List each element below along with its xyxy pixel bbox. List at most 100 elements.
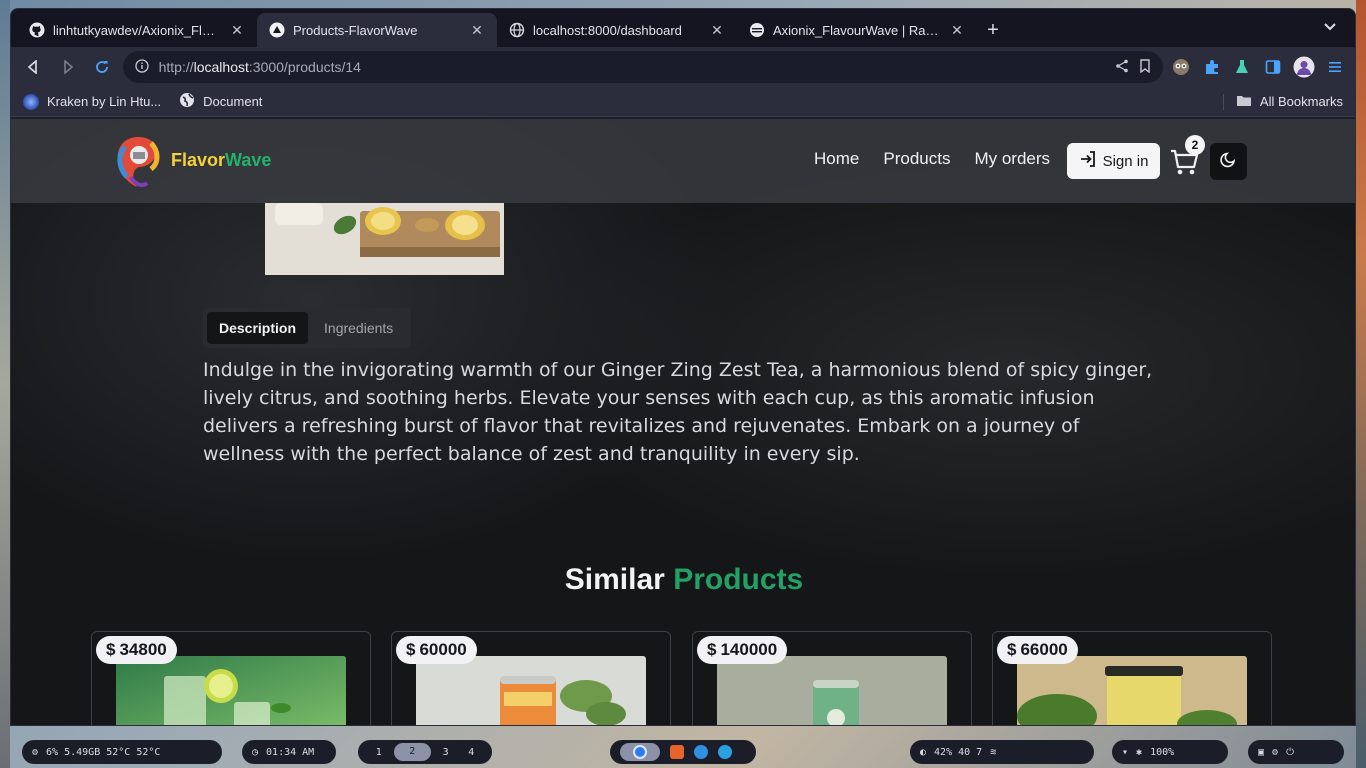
close-tab-icon[interactable]: ✕ <box>709 22 725 39</box>
session-controls[interactable]: ▣ ⚙ ⏻ <box>1248 740 1344 764</box>
brand-part1: Flavor <box>171 150 226 170</box>
tab-description[interactable]: Description <box>207 312 309 344</box>
forward-button[interactable] <box>54 52 83 82</box>
price-value: 60000 <box>419 640 467 659</box>
app-dock <box>610 740 756 764</box>
brave-app-icon[interactable] <box>670 745 684 759</box>
sign-in-button[interactable]: Sign in <box>1067 143 1160 179</box>
url-path: :3000/products/14 <box>248 59 361 75</box>
main-nav: Home Products My orders <box>814 149 1050 169</box>
similar-product-card[interactable]: $60000 <box>391 631 671 725</box>
nav-products[interactable]: Products <box>883 149 950 169</box>
tab-title: localhost:8000/dashboard <box>533 22 682 38</box>
bookmark-kraken[interactable]: Kraken by Lin Htu... <box>23 93 161 110</box>
nav-home[interactable]: Home <box>814 149 859 169</box>
status-indicators[interactable]: ◐ 42% 40 7 ≋ <box>910 740 1094 764</box>
triangle-icon <box>269 22 285 38</box>
telegram-app-icon[interactable] <box>718 745 732 759</box>
product-image <box>265 203 504 275</box>
tab-search-chevron-icon[interactable] <box>1323 19 1337 35</box>
side-panel-icon[interactable] <box>1261 54 1286 80</box>
brightness-icon: ◐ <box>920 746 927 758</box>
share-icon[interactable] <box>1115 59 1129 76</box>
similar-product-card[interactable]: $34800 <box>91 631 371 725</box>
kraken-icon <box>23 93 39 110</box>
globe-icon <box>179 92 195 111</box>
system-stats: ⚙ 6% 5.49GB 52°C 52°C <box>22 740 222 764</box>
bookmark-icon[interactable] <box>1139 58 1151 76</box>
theme-toggle-button[interactable] <box>1210 143 1247 180</box>
extension-owl-icon[interactable] <box>1169 54 1194 80</box>
browser-window: linhtutkyawdev/Axionix_Flavo ✕ Products-… <box>10 8 1356 726</box>
all-bookmarks-button[interactable]: All Bookmarks <box>1222 93 1343 110</box>
clock-text: 01:34 AM <box>266 746 315 758</box>
nav-my-orders[interactable]: My orders <box>974 149 1050 169</box>
system-stats-text: 6% 5.49GB 52°C 52°C <box>46 746 161 758</box>
similar-heading-part1: Similar <box>564 563 665 596</box>
flavorwave-logo[interactable] <box>113 133 163 189</box>
close-tab-icon[interactable]: ✕ <box>229 22 245 39</box>
currency-symbol: $ <box>1007 640 1017 659</box>
browser-tab-railway[interactable]: Axionix_FlavourWave | Railwa ✕ <box>737 13 977 47</box>
sign-in-label: Sign in <box>1102 152 1149 170</box>
railway-icon <box>749 22 765 38</box>
chrome-app-icon[interactable] <box>620 743 660 761</box>
address-bar[interactable]: http://localhost:3000/products/14 <box>122 51 1163 83</box>
globe-icon <box>509 22 525 38</box>
bluetooth-icon: ✱ <box>1136 746 1143 758</box>
product-thumbnail <box>1017 656 1247 725</box>
browser-tab-github[interactable]: linhtutkyawdev/Axionix_Flavo ✕ <box>17 13 257 47</box>
product-thumbnail <box>416 656 646 725</box>
price-value: 140000 <box>720 640 778 659</box>
settings-icon: ⚙ <box>1272 746 1279 758</box>
back-button[interactable] <box>19 52 48 82</box>
vscode-app-icon[interactable] <box>694 745 708 759</box>
menu-icon[interactable] <box>1322 54 1347 80</box>
power-icon: ⏻ <box>1286 746 1294 758</box>
clock-widget[interactable]: ◷ 01:34 AM <box>242 740 336 764</box>
github-icon <box>29 22 45 38</box>
similar-product-card[interactable]: $66000 <box>992 631 1272 725</box>
reload-button[interactable] <box>88 52 117 82</box>
moon-icon <box>1219 150 1238 173</box>
similar-products-heading: Similar Products <box>11 563 1355 597</box>
labs-flask-icon[interactable] <box>1230 54 1255 80</box>
price-value: 66000 <box>1020 640 1068 659</box>
currency-symbol: $ <box>106 640 116 659</box>
network-icon: ▾ <box>1122 746 1129 758</box>
extensions-puzzle-icon[interactable] <box>1199 54 1224 80</box>
url-scheme: http:// <box>158 59 194 75</box>
cart-count-badge: 2 <box>1185 135 1205 155</box>
close-tab-icon[interactable]: ✕ <box>469 22 485 39</box>
tab-ingredients[interactable]: Ingredients <box>312 312 405 344</box>
brand-part2: Wave <box>225 150 272 170</box>
site-info-icon[interactable] <box>134 58 149 76</box>
tab-title: linhtutkyawdev/Axionix_Flavo <box>53 22 221 38</box>
browser-tab-products[interactable]: Products-FlavorWave ✕ <box>257 13 497 47</box>
price-badge: $140000 <box>697 636 788 664</box>
status-text: 42% 40 7 <box>934 746 983 758</box>
workspace-2[interactable]: 2 <box>393 743 431 761</box>
product-info-tabs: Description Ingredients <box>203 308 411 348</box>
product-thumbnail <box>116 656 346 725</box>
brand-name[interactable]: FlavorWave <box>171 150 271 171</box>
product-description: Indulge in the invigorating warmth of ou… <box>203 359 1153 465</box>
workspace-4[interactable]: 4 <box>460 747 482 758</box>
currency-symbol: $ <box>406 640 416 659</box>
battery-widget[interactable]: ▾ ✱ 100% <box>1112 740 1228 764</box>
desktop-wallpaper-left <box>0 0 10 768</box>
workspace-1[interactable]: 1 <box>368 747 390 758</box>
desktop-taskbar: ⚙ 6% 5.49GB 52°C 52°C ◷ 01:34 AM 1 2 3 4… <box>0 734 1366 768</box>
close-tab-icon[interactable]: ✕ <box>949 22 965 39</box>
profile-avatar[interactable] <box>1292 54 1317 80</box>
browser-tab-dashboard[interactable]: localhost:8000/dashboard ✕ <box>497 13 737 47</box>
similar-product-card[interactable]: $140000 <box>692 631 972 725</box>
desktop-wallpaper-right <box>1356 0 1366 768</box>
bookmark-document[interactable]: Document <box>179 92 262 111</box>
workspace-3[interactable]: 3 <box>435 747 457 758</box>
currency-symbol: $ <box>707 640 717 659</box>
new-tab-button[interactable]: + <box>977 13 1009 47</box>
url-text: http://localhost:3000/products/14 <box>159 59 361 75</box>
all-bookmarks-label: All Bookmarks <box>1259 94 1343 109</box>
workspace-switcher: 1 2 3 4 <box>358 740 492 764</box>
